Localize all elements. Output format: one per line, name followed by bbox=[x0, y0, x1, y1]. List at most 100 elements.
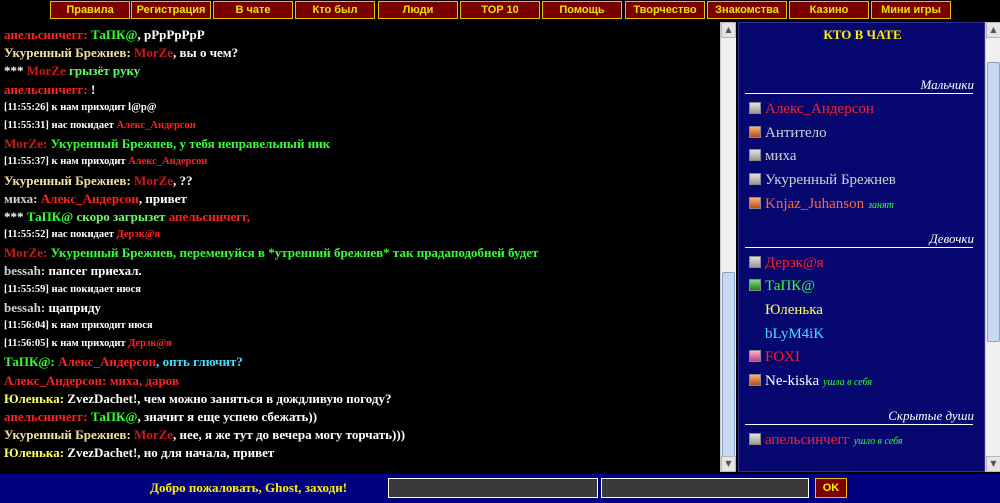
ok-button[interactable]: OK bbox=[815, 478, 847, 498]
message-author: Укуренный Брежнев: bbox=[4, 172, 131, 188]
message-text: ! bbox=[87, 81, 96, 97]
system-message: [11:55:26] к нам приходит l@p@ bbox=[4, 99, 720, 117]
user-name[interactable]: Ne-kiska bbox=[765, 373, 819, 389]
chat-scroll-thumb[interactable] bbox=[722, 272, 735, 462]
nav-button-7[interactable]: Творчество bbox=[625, 1, 705, 19]
user-name[interactable]: миха bbox=[765, 148, 796, 164]
user-list-item[interactable]: апельсинчегг ушло в себя bbox=[749, 429, 903, 451]
message-text: , опть глючит? bbox=[156, 354, 243, 370]
info-icon[interactable] bbox=[749, 102, 761, 114]
user-list-item[interactable]: Алекс_Андерсон bbox=[749, 98, 874, 120]
recipient-input[interactable] bbox=[601, 478, 809, 498]
users-scroll-down-arrow-icon[interactable]: ▼ bbox=[986, 456, 1000, 472]
user-list-item[interactable]: bLyM4iK bbox=[749, 323, 824, 345]
nav-button-6[interactable]: Помощь bbox=[542, 1, 622, 19]
system-message: [11:55:59] нас покидает нюся bbox=[4, 281, 720, 299]
users-panel-title: КТО В ЧАТЕ bbox=[823, 27, 902, 42]
message-text: ТаПК@ bbox=[87, 408, 138, 424]
nav-button-10[interactable]: Мини игры bbox=[871, 1, 951, 19]
message-text: [11:56:05] к нам приходит bbox=[4, 338, 129, 350]
message-text: , значит я еще успею сбежать)) bbox=[137, 408, 318, 424]
chat-message: Укуренный Брежнев: MorZe, нее, я же тут … bbox=[4, 426, 720, 444]
user-list-item[interactable]: Дерзк@я bbox=[749, 252, 824, 274]
message-author: Укуренный Брежнев: bbox=[4, 45, 131, 61]
chat-message: ТаПК@: Алекс_Андерсон, опть глючит? bbox=[4, 353, 720, 371]
info-icon[interactable] bbox=[749, 432, 761, 445]
message-text: [11:55:52] нас покидает bbox=[4, 229, 117, 241]
user-name[interactable]: Антитело bbox=[765, 125, 827, 141]
message-text: , нее, я же тут до вечера могу торчать))… bbox=[173, 427, 406, 443]
message-text: апельсинчегг, bbox=[168, 208, 250, 224]
book-icon[interactable] bbox=[749, 196, 761, 209]
message-author: Укуренный Брежнев: bbox=[4, 427, 131, 443]
users-scrollbar[interactable]: ▲ ▼ bbox=[985, 22, 1000, 472]
group-divider bbox=[745, 246, 973, 248]
message-text: миха, даров bbox=[106, 372, 179, 388]
chat-message: MorZe: Укуренный Брежнев, у тебя неправе… bbox=[4, 135, 720, 153]
user-list-item[interactable]: Укуренный Брежнев bbox=[749, 169, 896, 191]
info-icon[interactable] bbox=[749, 149, 761, 162]
user-name[interactable]: Knjaz_Juhanson bbox=[765, 196, 864, 212]
system-message: [11:55:52] нас покидает Дерзк@я bbox=[4, 226, 720, 244]
chat-window: Правила Регистрация В чате Кто был Люди TOP 1… bbox=[0, 0, 1000, 503]
user-name[interactable]: ТаПК@ bbox=[765, 278, 815, 294]
user-list-item[interactable]: FOXI bbox=[749, 346, 800, 368]
user-list-item[interactable]: Knjaz_Juhanson занят bbox=[749, 193, 894, 215]
users-scroll-up-arrow-icon[interactable]: ▲ bbox=[986, 22, 1000, 38]
chat-message: апельсинчегг: ! bbox=[4, 81, 720, 99]
user-list-item[interactable]: миха bbox=[749, 145, 796, 167]
user-name[interactable]: Дерзк@я bbox=[765, 255, 824, 271]
nav-button-5[interactable]: TOP 10 bbox=[460, 1, 540, 19]
message-text: MorZe bbox=[130, 172, 174, 188]
system-message: [11:55:37] к нам приходит Алекс_Андерсон bbox=[4, 153, 720, 171]
message-author: *** bbox=[4, 208, 27, 224]
ginfo-icon[interactable] bbox=[749, 279, 761, 292]
welcome-text: Добро пожаловать, Ghost, заходи! bbox=[150, 480, 348, 495]
chat-scrollbar[interactable]: ▲ ▼ bbox=[720, 22, 736, 472]
nav-button-2[interactable]: В чате bbox=[213, 1, 293, 19]
user-name[interactable]: Укуренный Брежнев bbox=[765, 172, 896, 188]
message-text: , ?? bbox=[173, 172, 193, 188]
nav-button-4[interactable]: Люди bbox=[378, 1, 458, 19]
user-name[interactable]: FOXI bbox=[765, 349, 800, 365]
book-icon[interactable] bbox=[749, 374, 761, 386]
message-author: апельсинчегг: bbox=[4, 81, 88, 97]
user-list-item[interactable]: Ne-kiska ушла в себя bbox=[749, 370, 872, 392]
scroll-down-arrow-icon[interactable]: ▼ bbox=[721, 456, 736, 472]
message-text: Алекс_Андерсон bbox=[116, 119, 196, 131]
user-status: ушла в себя bbox=[823, 377, 873, 388]
bottom-bar: Добро пожаловать, Ghost, заходи! OK bbox=[0, 474, 1000, 503]
user-name[interactable]: апельсинчегг bbox=[765, 432, 850, 448]
message-text: Алекс_Андерсон bbox=[37, 190, 139, 206]
users-panel: КТО В ЧАТЕ Мальчики Алекс_Андерсон Антител… bbox=[738, 22, 985, 472]
message-text: ZvezDachet!, но для начала, привет bbox=[64, 445, 275, 461]
chat-message: Укуренный Брежнев: MorZe, ?? bbox=[4, 172, 720, 190]
nav-button-9[interactable]: Казино bbox=[789, 1, 869, 19]
nav-button-0[interactable]: Правила bbox=[50, 1, 130, 19]
info-icon[interactable] bbox=[749, 255, 761, 268]
user-name[interactable]: Алекс_Андерсон bbox=[765, 101, 874, 117]
group-divider bbox=[745, 423, 973, 425]
scroll-up-arrow-icon[interactable]: ▲ bbox=[721, 22, 736, 38]
group-divider bbox=[745, 93, 973, 94]
message-author: Юленька: bbox=[4, 390, 65, 406]
users-scroll-thumb[interactable] bbox=[987, 62, 1000, 342]
user-list-item[interactable]: ТаПК@ bbox=[749, 275, 815, 297]
user-name[interactable]: Юленька bbox=[765, 302, 823, 318]
nav-button-8[interactable]: Знакомства bbox=[707, 1, 787, 19]
user-group-title: Скрытые души bbox=[888, 407, 974, 423]
user-name[interactable]: bLyM4iK bbox=[765, 326, 824, 342]
nav-button-3[interactable]: Кто был bbox=[295, 1, 375, 19]
book-icon[interactable] bbox=[749, 125, 761, 138]
info-icon[interactable] bbox=[749, 173, 761, 186]
message-text: Укуренный Брежнев, у тебя неправельный н… bbox=[47, 136, 331, 152]
message-text: Дерзк@я bbox=[128, 338, 172, 350]
message-author: bessah: bbox=[4, 263, 46, 279]
chat-message: апельсинчегг: ТаПК@, pPpPpPpP bbox=[4, 26, 720, 44]
pink-icon[interactable] bbox=[749, 350, 761, 363]
message-input[interactable] bbox=[388, 478, 598, 498]
chat-message: *** MorZe грызёт руку bbox=[4, 62, 720, 80]
nav-button-1[interactable]: Регистрация bbox=[131, 1, 211, 19]
user-list-item[interactable]: Антитело bbox=[749, 122, 827, 144]
user-list-item[interactable]: Юленька bbox=[749, 299, 823, 321]
